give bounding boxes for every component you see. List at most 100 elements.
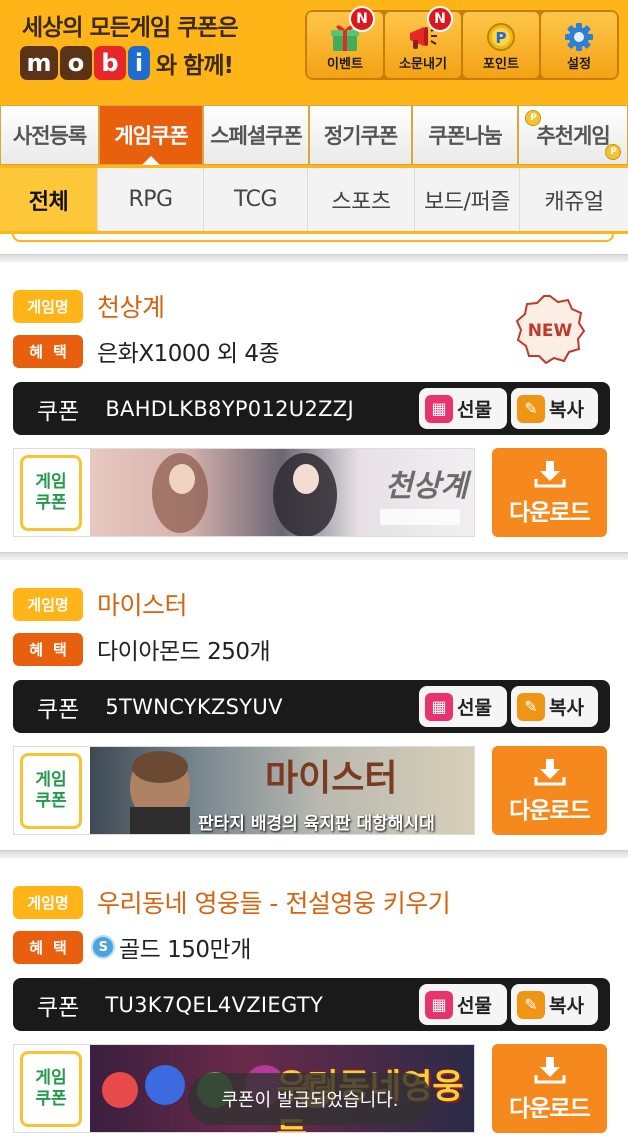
game-name-row: 게임명 천상계 [13,288,165,324]
gift-button-label: 선물 [457,399,492,421]
badge-line: 쿠폰 [35,1089,67,1109]
point-coin-icon: P [605,144,621,160]
benefit-text: 은화X1000 외 4종 [97,341,280,367]
card-divider [0,254,628,262]
new-badge-label: NEW [528,321,573,341]
game-name[interactable]: 우리동네 영웅들 - 전설영웅 키우기 [97,884,451,920]
tab-rpg[interactable]: RPG [98,168,204,231]
gift-button-label: 선물 [457,697,492,719]
gift-icon: ▦ [425,990,453,1019]
brand-logo[interactable]: m o b i 와 함께! [20,46,234,80]
benefit-row: 혜택 S 골드 150만개 [13,930,251,964]
banner-subtitle: 판타지 배경의 육지판 대항해시대 [198,814,435,834]
coupon-code[interactable]: 5TWNCYKZSYUV [105,695,282,719]
list-top-edge [0,234,628,248]
coupon-label: 쿠폰 [37,696,80,723]
badge-line: 쿠폰 [35,791,67,811]
badge-line: 게임 [35,769,67,790]
tab-coupon-sharing[interactable]: 쿠폰나눔 [412,105,518,165]
tab-board-puzzle[interactable]: 보드/퍼즐 [415,168,520,231]
download-icon [534,758,565,785]
gift-button[interactable]: ▦ 선물 [419,984,507,1025]
banner-artwork: 천상계 [90,449,474,536]
gift-icon: ▦ [425,692,453,721]
download-button[interactable]: 다운로드 [492,1044,607,1133]
download-button[interactable]: 다운로드 [492,746,607,835]
game-coupon-badge: 게임 쿠폰 [20,753,82,829]
settings-button-label: 설정 [567,57,591,72]
copy-button-label: 복사 [549,995,584,1017]
tab-game-coupon[interactable]: 게임쿠폰 [99,105,203,165]
copy-button[interactable]: ✎ 복사 [511,984,598,1025]
new-notification-badge: N [427,6,453,32]
copy-button[interactable]: ✎ 복사 [511,388,598,429]
benefit-text: 다이아몬드 250개 [97,639,271,665]
game-banner[interactable]: 마이스터 판타지 배경의 육지판 대항해시대 게임 쿠폰 [13,746,475,835]
tab-preregistration[interactable]: 사전등록 [0,105,99,165]
coupon-label: 쿠폰 [37,398,80,425]
badge-line: 쿠폰 [35,493,67,513]
gift-button[interactable]: ▦ 선물 [419,388,507,429]
coupon-card: 게임명 천상계 혜택 은화X1000 외 4종 NEW 쿠폰 BAHDLKB8Y… [0,262,628,552]
tab-special-coupon[interactable]: 스페셜쿠폰 [203,105,309,165]
share-button[interactable]: N 소문내기 [385,6,461,78]
coupon-card: 게임명 마이스터 혜택 다이아몬드 250개 쿠폰 5TWNCYKZSYUV ▦… [0,560,628,850]
tab-regular-coupon[interactable]: 정기쿠폰 [309,105,412,165]
benefit-row: 혜택 다이아몬드 250개 [13,632,271,666]
share-button-label: 소문내기 [399,57,447,72]
card-divider [0,552,628,560]
tab-recommended-games-label: 추천게임 [536,124,610,148]
tab-tcg[interactable]: TCG [204,168,308,231]
copy-icon: ✎ [517,394,545,423]
game-banner[interactable]: 천상계 게임 쿠폰 [13,448,475,537]
point-button[interactable]: P 포인트 [463,12,539,78]
main-category-tabs: 사전등록 게임쿠폰 스페셜쿠폰 정기쿠폰 쿠폰나눔 추천게임 P P [0,103,628,168]
coupon-code[interactable]: TU3K7QEL4VZIEGTY [105,993,323,1017]
event-button[interactable]: N 이벤트 [307,6,383,78]
logo-letter: i [128,46,150,80]
point-button-label: 포인트 [483,57,519,72]
event-button-label: 이벤트 [327,57,363,72]
point-coin-icon: P [525,110,541,126]
badge-line: 게임 [35,1067,67,1088]
point-coin-icon: P [487,23,515,51]
coupon-bar: 쿠폰 BAHDLKB8YP012U2ZZJ ▦ 선물 ✎ 복사 [13,382,610,435]
toast-message: 쿠폰이 발급되었습니다. [188,1073,432,1125]
genre-filter-tabs: 전체 RPG TCG 스포츠 보드/퍼즐 캐쥬얼 [0,168,628,234]
tab-sports[interactable]: 스포츠 [308,168,415,231]
download-button-label: 다운로드 [509,499,591,526]
tab-recommended-games[interactable]: 추천게임 P P [518,105,628,165]
copy-icon: ✎ [517,692,545,721]
card-divider [0,850,628,858]
new-badge-icon: NEW [515,295,586,365]
header-tagline: 세상의 모든게임 쿠폰은 [22,15,239,41]
copy-button[interactable]: ✎ 복사 [511,686,598,727]
coupon-bar: 쿠폰 5TWNCYKZSYUV ▦ 선물 ✎ 복사 [13,680,610,733]
gear-icon [565,23,593,51]
game-name-tag: 게임명 [13,289,83,323]
download-button-label: 다운로드 [509,1095,591,1122]
gold-coin-icon: S [91,935,115,959]
benefit-tag: 혜택 [13,930,83,964]
tab-casual[interactable]: 캐쥬얼 [520,168,628,231]
tab-all[interactable]: 전체 [0,168,98,231]
app-header: 세상의 모든게임 쿠폰은 m o b i 와 함께! N 이벤트 N 소문내기 … [0,0,628,103]
settings-button[interactable]: 설정 [541,12,617,78]
banner-title: 마이스터 [265,757,398,799]
header-button-group: N 이벤트 N 소문내기 P 포인트 설정 [305,6,619,80]
game-name[interactable]: 천상계 [97,288,165,324]
mobi-logo: m o b i [20,46,150,80]
game-name-tag: 게임명 [13,587,83,621]
gift-button-label: 선물 [457,995,492,1017]
download-button[interactable]: 다운로드 [492,448,607,537]
game-name-row: 게임명 우리동네 영웅들 - 전설영웅 키우기 [13,884,451,920]
game-name[interactable]: 마이스터 [97,586,188,622]
badge-line: 게임 [35,471,67,492]
coupon-code[interactable]: BAHDLKB8YP012U2ZZJ [105,397,354,421]
game-name-row: 게임명 마이스터 [13,586,188,622]
gift-button[interactable]: ▦ 선물 [419,686,507,727]
logo-suffix: 와 함께! [156,53,234,79]
copy-button-label: 복사 [549,399,584,421]
coupon-label: 쿠폰 [37,994,80,1021]
benefit-row: 혜택 은화X1000 외 4종 [13,334,280,368]
